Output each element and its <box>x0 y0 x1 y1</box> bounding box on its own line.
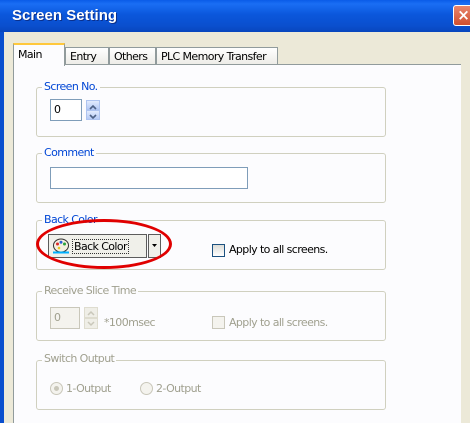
comment-label: Comment <box>42 146 96 159</box>
chevron-up-icon <box>87 310 95 316</box>
screen-no-spin-up[interactable] <box>86 100 100 110</box>
switch-output-radio-1[interactable] <box>50 382 63 395</box>
receive-slice-label: Receive Slice Time <box>42 284 139 297</box>
tab-plc-memory-transfer-label: PLC Memory Transfer <box>161 50 267 63</box>
switch-output-option-2-label: 2-Output <box>156 382 201 395</box>
tab-entry-label: Entry <box>70 50 97 63</box>
receive-slice-spin-down[interactable] <box>84 318 98 329</box>
tab-main-label: Main <box>18 48 42 61</box>
screen-no-spin-down[interactable] <box>86 110 100 120</box>
radio-selected-dot <box>54 386 59 391</box>
tab-main[interactable]: Main <box>13 43 65 66</box>
receive-slice-spin-up[interactable] <box>84 307 98 318</box>
back-color-apply-checkbox[interactable] <box>212 244 225 257</box>
receive-slice-apply-label: Apply to all screens. <box>229 316 328 329</box>
back-color-apply-label: Apply to all screens. <box>229 243 328 256</box>
close-icon: × <box>457 6 470 24</box>
switch-output-radio-2[interactable] <box>140 382 153 395</box>
tab-entry[interactable]: Entry <box>65 47 109 65</box>
switch-output-option-1-label: 1-Output <box>66 382 111 395</box>
receive-slice-unit: *100msec <box>104 316 156 329</box>
tab-others-label: Others <box>114 50 148 63</box>
window-title: Screen Setting <box>12 7 118 24</box>
receive-slice-apply-checkbox[interactable] <box>212 316 225 329</box>
receive-slice-input[interactable]: 0 <box>50 307 80 329</box>
tab-plc-memory-transfer[interactable]: PLC Memory Transfer <box>156 47 278 65</box>
chevron-down-icon <box>87 321 95 327</box>
chevron-down-icon <box>89 114 97 120</box>
switch-output-label: Switch Output <box>42 352 117 365</box>
comment-input[interactable] <box>50 167 248 189</box>
tab-others[interactable]: Others <box>109 47 156 65</box>
close-button[interactable]: × <box>453 5 470 26</box>
screen-no-label: Screen No. <box>42 80 100 93</box>
title-bar[interactable]: Screen Setting × <box>0 0 470 32</box>
red-highlight-ellipse <box>36 219 172 269</box>
screen-no-input[interactable]: 0 <box>50 99 82 121</box>
